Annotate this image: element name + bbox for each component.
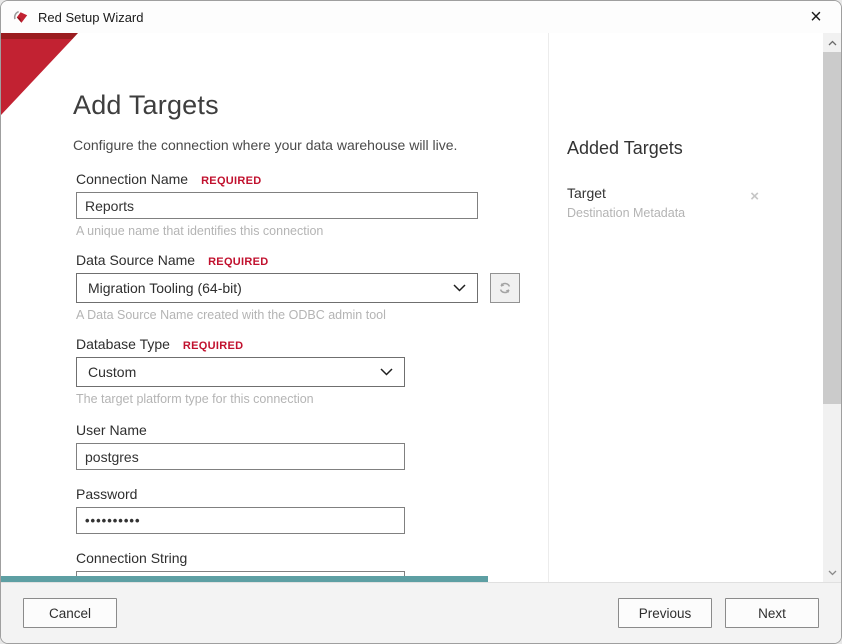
required-badge: REQUIRED bbox=[182, 340, 244, 352]
remove-target-button[interactable]: × bbox=[750, 189, 759, 204]
database-type-field: Database Type REQUIRED Custom The target… bbox=[76, 336, 548, 406]
data-source-name-helper: A Data Source Name created with the ODBC… bbox=[76, 308, 386, 322]
target-description: Destination Metadata bbox=[567, 206, 686, 220]
footer-bar: Cancel Previous Next bbox=[1, 582, 841, 643]
next-button[interactable]: Next bbox=[725, 598, 819, 628]
form-column: Add Targets Configure the connection whe… bbox=[1, 33, 548, 582]
connection-name-label: Connection Name bbox=[76, 171, 189, 187]
password-field: Password bbox=[76, 486, 548, 534]
password-label: Password bbox=[76, 486, 138, 502]
database-type-value: Custom bbox=[88, 364, 137, 380]
progress-bar bbox=[1, 576, 841, 582]
chevron-down-icon bbox=[828, 570, 836, 575]
database-type-label: Database Type bbox=[76, 336, 170, 352]
required-badge: REQUIRED bbox=[201, 175, 262, 187]
database-type-helper: The target platform type for this connec… bbox=[76, 392, 314, 406]
required-badge: REQUIRED bbox=[208, 256, 269, 268]
data-source-name-field: Data Source Name REQUIRED Migration Tool… bbox=[76, 252, 548, 322]
connection-name-field: Connection Name REQUIRED A unique name t… bbox=[76, 171, 548, 238]
connection-name-helper: A unique name that identifies this conne… bbox=[76, 224, 324, 238]
added-targets-panel: Added Targets Target Destination Metadat… bbox=[548, 33, 821, 582]
added-targets-title: Added Targets bbox=[567, 138, 683, 158]
chevron-down-icon bbox=[453, 284, 466, 292]
scrollbar-thumb[interactable] bbox=[823, 52, 841, 404]
chevron-up-icon bbox=[828, 40, 836, 45]
user-name-label: User Name bbox=[76, 422, 147, 438]
refresh-button[interactable] bbox=[490, 273, 520, 303]
target-name: Target bbox=[567, 185, 606, 201]
data-source-name-label: Data Source Name bbox=[76, 252, 196, 268]
page-title: Add Targets bbox=[73, 90, 219, 120]
target-list-item: Target Destination Metadata × bbox=[567, 185, 759, 220]
window-title: Red Setup Wizard bbox=[38, 9, 144, 25]
red-logo-icon bbox=[13, 10, 28, 23]
data-source-name-select[interactable]: Migration Tooling (64-bit) bbox=[76, 273, 478, 303]
data-source-name-value: Migration Tooling (64-bit) bbox=[88, 280, 242, 296]
title-bar: Red Setup Wizard × bbox=[1, 1, 841, 33]
progress-bar-fill bbox=[1, 576, 489, 582]
cancel-button[interactable]: Cancel bbox=[23, 598, 117, 628]
target-info: Target Destination Metadata bbox=[567, 185, 685, 220]
user-name-input[interactable] bbox=[76, 443, 405, 470]
footer-nav-buttons: Previous Next bbox=[618, 598, 819, 628]
connection-string-label: Connection String bbox=[76, 550, 188, 566]
chevron-down-icon bbox=[380, 368, 393, 376]
connection-name-input[interactable] bbox=[76, 192, 478, 219]
wizard-body: Add Targets Configure the connection whe… bbox=[1, 33, 841, 582]
red-setup-wizard-window: Red Setup Wizard × Add Targets Configure… bbox=[0, 0, 842, 644]
refresh-icon bbox=[499, 282, 511, 294]
password-input[interactable] bbox=[76, 507, 405, 534]
page-subtitle: Configure the connection where your data… bbox=[73, 137, 458, 153]
previous-button[interactable]: Previous bbox=[618, 598, 712, 628]
scroll-up-button[interactable] bbox=[823, 34, 841, 51]
database-type-select[interactable]: Custom bbox=[76, 357, 405, 387]
close-button[interactable]: × bbox=[799, 3, 833, 31]
user-name-field: User Name bbox=[76, 422, 548, 470]
vertical-scrollbar[interactable] bbox=[823, 33, 841, 582]
